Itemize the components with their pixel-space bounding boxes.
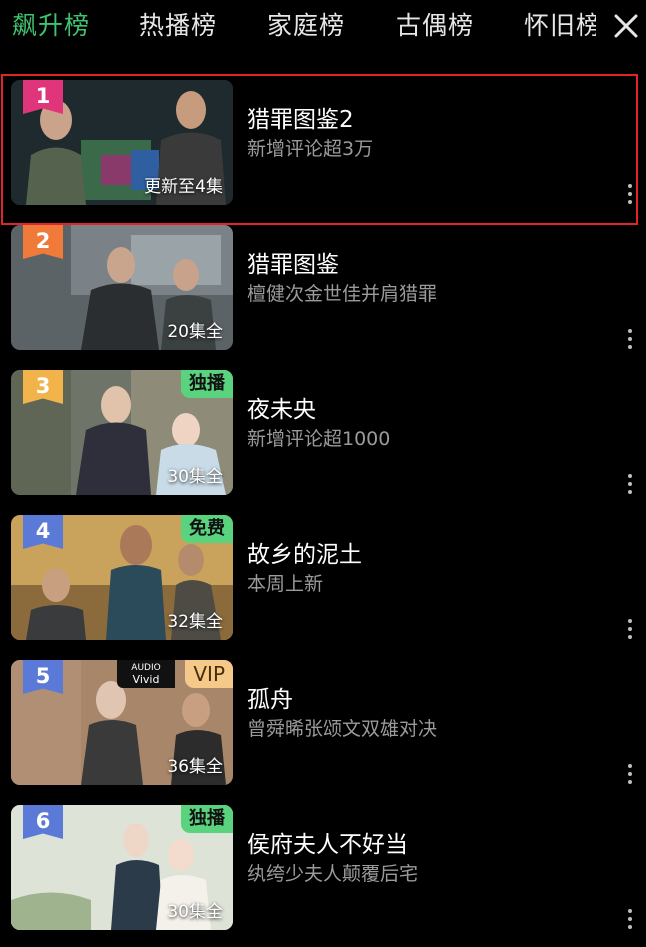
free-badge: 免费 bbox=[181, 515, 233, 543]
vip-badge: VIP bbox=[185, 660, 233, 688]
drama-subtitle: 新增评论超1000 bbox=[247, 428, 391, 450]
drama-subtitle: 本周上新 bbox=[247, 573, 324, 595]
list-item[interactable]: 3 独播 30集全 夜未央 新增评论超1000 bbox=[0, 370, 646, 505]
episode-count: 32集全 bbox=[167, 612, 223, 632]
poster[interactable]: 4 免费 32集全 bbox=[11, 515, 233, 640]
tab-nostalgia-clip: 怀旧榜 bbox=[524, 6, 596, 46]
poster[interactable]: 6 独播 30集全 bbox=[11, 805, 233, 930]
episode-count: 更新至4集 bbox=[144, 177, 223, 197]
poster[interactable]: 2 20集全 bbox=[11, 225, 233, 350]
poster[interactable]: 3 独播 30集全 bbox=[11, 370, 233, 495]
drama-subtitle: 檀健次金世佳并肩猎罪 bbox=[247, 283, 438, 305]
exclusive-badge: 独播 bbox=[181, 805, 233, 833]
drama-subtitle: 曾舜晞张颂文双雄对决 bbox=[247, 718, 438, 740]
tab-rising[interactable]: 飙升榜 bbox=[12, 6, 90, 46]
list-item[interactable]: 5 AUDIO Vivid VIP 36集全 孤舟 曾舜晞张颂文双雄对决 bbox=[0, 660, 646, 795]
tab-costume[interactable]: 古偶榜 bbox=[396, 6, 474, 46]
exclusive-badge: 独播 bbox=[181, 370, 233, 398]
drama-subtitle: 新增评论超3万 bbox=[247, 138, 374, 160]
list-item[interactable]: 4 免费 32集全 故乡的泥土 本周上新 bbox=[0, 515, 646, 650]
close-icon bbox=[614, 14, 638, 38]
poster[interactable]: 5 AUDIO Vivid VIP 36集全 bbox=[11, 660, 233, 785]
drama-title[interactable]: 猎罪图鉴2 bbox=[247, 100, 354, 134]
episode-count: 36集全 bbox=[167, 757, 223, 777]
audio-badge-line2: Vivid bbox=[132, 673, 160, 686]
drama-title[interactable]: 侯府夫人不好当 bbox=[247, 825, 408, 859]
drama-subtitle: 纨绔少夫人颠覆后宅 bbox=[247, 863, 419, 885]
list-item[interactable]: 2 20集全 猎罪图鉴 檀健次金世佳并肩猎罪 bbox=[0, 225, 646, 360]
poster[interactable]: 1 更新至4集 bbox=[11, 80, 233, 205]
episode-count: 30集全 bbox=[167, 902, 223, 922]
drama-title[interactable]: 故乡的泥土 bbox=[247, 535, 362, 569]
episode-count: 30集全 bbox=[167, 467, 223, 487]
more-vertical-icon[interactable] bbox=[624, 909, 636, 933]
tab-hot[interactable]: 热播榜 bbox=[139, 6, 217, 46]
more-vertical-icon[interactable] bbox=[624, 474, 636, 498]
more-vertical-icon[interactable] bbox=[624, 184, 636, 208]
more-vertical-icon[interactable] bbox=[624, 764, 636, 788]
audio-vivid-badge: AUDIO Vivid bbox=[117, 660, 175, 688]
ranking-tabs: 飙升榜 热播榜 家庭榜 古偶榜 怀旧榜 bbox=[0, 0, 646, 54]
drama-title[interactable]: 孤舟 bbox=[247, 680, 293, 714]
more-vertical-icon[interactable] bbox=[624, 329, 636, 353]
list-item[interactable]: 1 更新至4集 猎罪图鉴2 新增评论超3万 bbox=[0, 80, 646, 215]
drama-title[interactable]: 猎罪图鉴 bbox=[247, 245, 339, 279]
episode-count: 20集全 bbox=[167, 322, 223, 342]
drama-title[interactable]: 夜未央 bbox=[247, 390, 316, 424]
tab-family[interactable]: 家庭榜 bbox=[267, 6, 345, 46]
close-button[interactable] bbox=[606, 6, 646, 46]
tab-nostalgia[interactable]: 怀旧榜 bbox=[524, 6, 596, 46]
list-item[interactable]: 6 独播 30集全 侯府夫人不好当 纨绔少夫人颠覆后宅 bbox=[0, 805, 646, 940]
more-vertical-icon[interactable] bbox=[624, 619, 636, 643]
